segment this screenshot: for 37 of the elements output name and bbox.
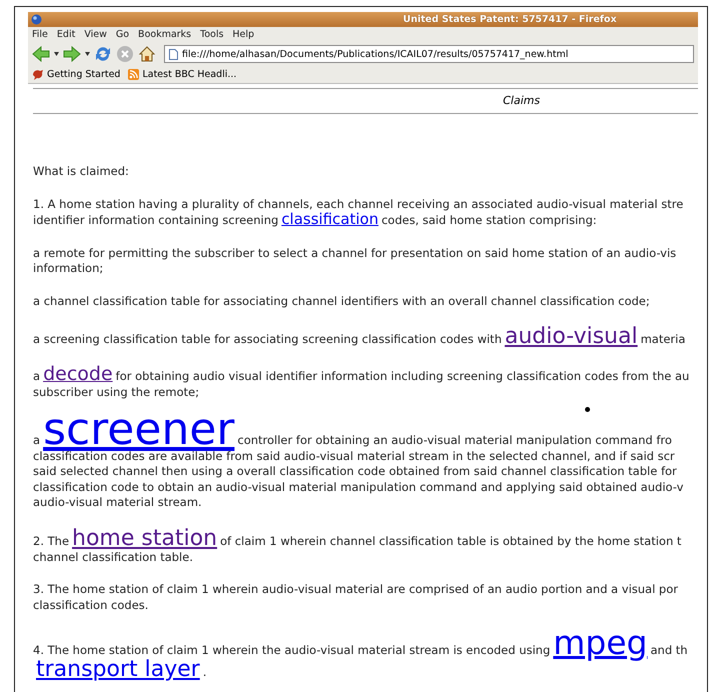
menu-item[interactable]: Edit: [56, 29, 76, 40]
term-link[interactable]: transport layer: [33, 656, 203, 682]
claim-text: What is claimed:: [33, 164, 129, 180]
feed-icon: [128, 69, 140, 80]
claim-text: a decode for obtaining audio visual identifier information including screening classification codes from the au subscriber using the remote;: [33, 365, 690, 400]
menu-item[interactable]: Tools: [200, 29, 224, 40]
menu-item[interactable]: Go: [116, 29, 130, 40]
claim-text: 2. The home station of claim 1 wherein channel classification table is obtained by the home station t channel classification table.: [33, 528, 682, 565]
term-link[interactable]: decode: [40, 363, 116, 385]
dropdown-caret-icon[interactable]: [54, 52, 59, 56]
claim-text: 3. The home station of claim 1 wherein audio-visual material are comprised of an audio portion and a visual por classification codes.: [33, 582, 678, 613]
claim-text: a screener controller for obtaining an audio-visual material manipulation command fro classification codes are available from said audio-visual material stream in the selected channel, and if said scr said selected channel then using a overall classification code obtained from said channel classification table for classification code to obtain an audio-visual material manipulation command and applying said obtained audio-v audio-visual material stream.: [33, 417, 684, 510]
menu-item[interactable]: View: [84, 29, 107, 40]
claim-text: 1. A home station having a plurality of channels, each channel receiving an associated audio-visual material stre identifier information containing screening classification codes, said home station comprising:: [33, 196, 684, 228]
bookmark-link[interactable]: Getting Started: [47, 69, 120, 80]
dropdown-caret-icon[interactable]: [85, 52, 90, 56]
back-arrow-icon[interactable]: [32, 46, 50, 62]
globe-icon: [31, 14, 42, 25]
bookmark-link[interactable]: Latest BBC Headli...: [142, 69, 237, 80]
claim-text: a channel classification table for associating channel identifiers with an overall channel classification code;: [33, 294, 650, 309]
menu-item[interactable]: Help: [232, 29, 254, 40]
term-link[interactable]: classification: [278, 210, 382, 228]
address-field[interactable]: file:///home/alhasan/Documents/Publications/ICAIL07/results/05757417_new.html: [164, 45, 694, 63]
bird-icon: [32, 69, 44, 80]
page-icon: [169, 48, 178, 60]
menu-item[interactable]: Bookmarks: [138, 29, 192, 40]
term-link[interactable]: home station: [69, 526, 220, 550]
home-icon[interactable]: [138, 45, 156, 63]
term-link[interactable]: audio-visual: [502, 324, 641, 349]
claim-text: a remote for permitting the subscriber to select a channel for presentation on said home station of an audio-vis information;: [33, 246, 676, 276]
claim-text: a screening classification table for associating screening classification codes with audio-visual materia: [33, 326, 686, 348]
section-heading: Claims: [502, 93, 541, 109]
window-title: United States Patent: 5757417 - Firefox: [403, 14, 617, 25]
url-text: file:///home/alhasan/Documents/Publications/ICAIL07/results/05757417_new.html: [182, 48, 568, 60]
menu-item[interactable]: File: [32, 29, 48, 40]
cursor-dot: [585, 407, 590, 412]
forward-arrow-icon[interactable]: [63, 46, 81, 62]
